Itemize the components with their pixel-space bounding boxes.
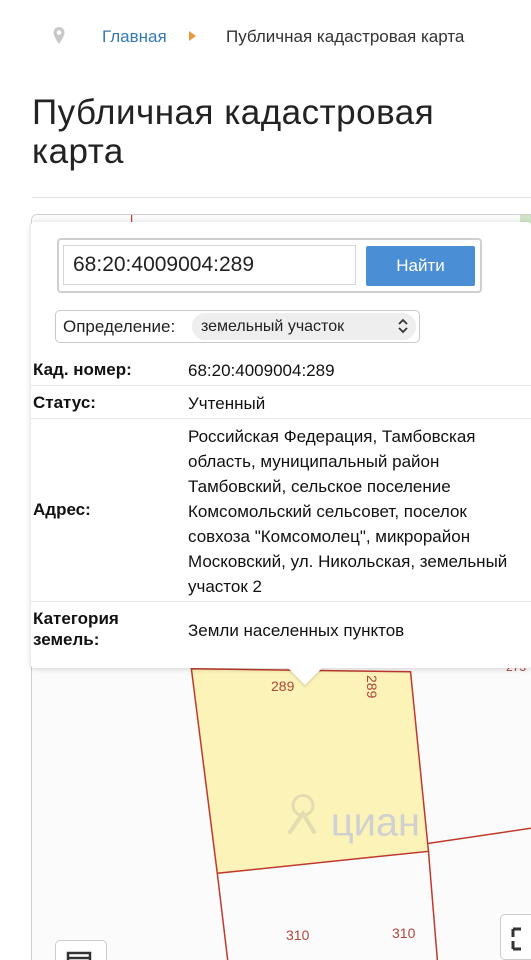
info-value: Учтенный xyxy=(188,394,266,413)
info-row-land-category: Категория земель: Земли населенных пункт… xyxy=(31,602,531,648)
select-chevron-icon xyxy=(398,318,408,334)
info-key: Кад. номер: xyxy=(33,360,132,379)
parcel-label: 289 xyxy=(364,675,380,699)
breadcrumb: Главная Публичная кадастровая карта xyxy=(0,24,531,52)
info-key: Категория земель: xyxy=(33,609,119,648)
layers-icon xyxy=(66,951,92,960)
info-value: Российская Федерация, Тамбовская область… xyxy=(188,427,508,596)
info-value: 68:20:4009004:289 xyxy=(188,361,335,380)
map-pin-icon xyxy=(53,27,65,44)
page-title: Публичная кадастровая карта xyxy=(32,93,435,171)
definition-label: Определение: xyxy=(63,317,176,336)
info-row-cadastral-number: Кад. номер: 68:20:4009004:289 xyxy=(31,355,531,386)
layers-button[interactable] xyxy=(55,940,107,960)
fullscreen-button[interactable] xyxy=(500,914,531,960)
title-divider xyxy=(32,197,531,198)
popup-pointer xyxy=(287,667,323,685)
map-watermark: циан xyxy=(331,800,420,844)
info-row-address: Адрес: Российская Федерация, Тамбовская … xyxy=(31,419,531,602)
info-value: Земли населенных пунктов xyxy=(188,621,405,640)
parcel-label: 310 xyxy=(286,927,310,943)
info-key: Статус: xyxy=(33,393,96,412)
info-row-status: Статус: Учтенный xyxy=(31,386,531,419)
caret-right-icon xyxy=(189,31,196,41)
cadastral-search-input[interactable] xyxy=(63,245,356,285)
info-key: Адрес: xyxy=(33,500,91,519)
parcel-label: 310 xyxy=(392,925,416,941)
definition-value[interactable]: земельный участок xyxy=(201,318,344,336)
breadcrumb-current: Публичная кадастровая карта xyxy=(226,27,465,46)
breadcrumb-home-link[interactable]: Главная xyxy=(102,27,167,47)
search-button[interactable]: Найти xyxy=(366,246,475,286)
fullscreen-icon xyxy=(511,927,521,951)
